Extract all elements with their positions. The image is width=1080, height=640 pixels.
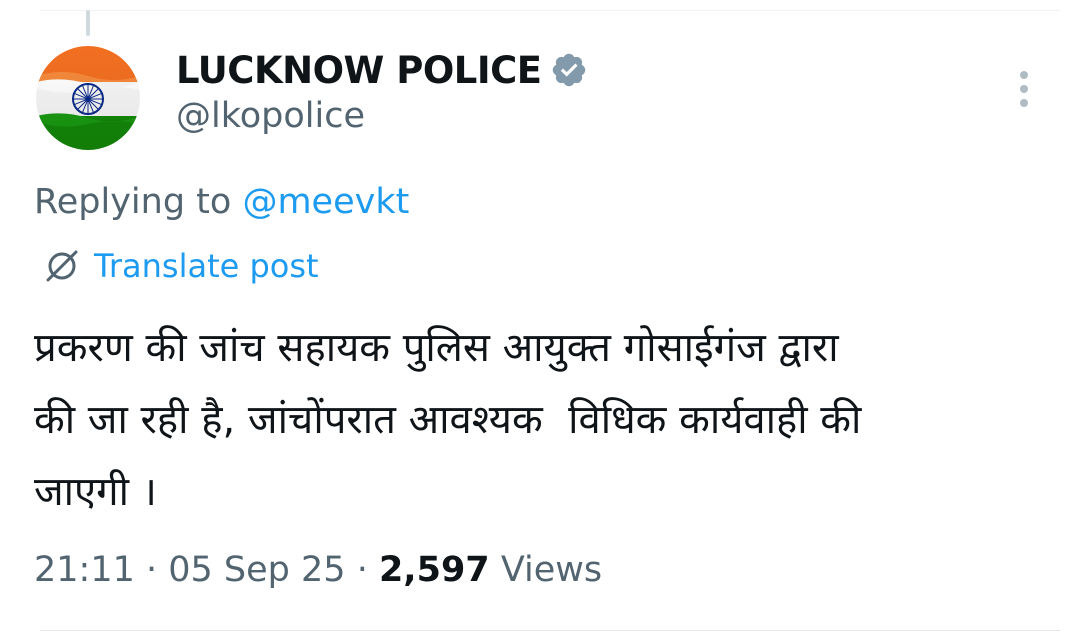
globe-slash-icon [42,246,82,286]
more-options-icon[interactable] [1010,68,1038,110]
post-time[interactable]: 21:11 [34,550,135,590]
post-date[interactable]: 05 Sep 25 [168,550,345,590]
author-handle[interactable]: @lkopolice [176,96,365,136]
replying-to: Replying to @meevkt [34,182,409,222]
meta-separator: · [134,550,169,590]
views-count: 2,597 [378,550,490,590]
translate-post-button[interactable]: Translate post [42,246,319,286]
top-divider [40,10,1060,11]
views-label: Views [500,550,603,590]
author-name-row: LUCKNOW POLICE [176,46,588,94]
replying-prefix: Replying to [34,182,243,222]
meta-separator: · [345,550,379,590]
bottom-divider [40,630,1060,631]
thread-connector-line [86,10,90,36]
post-text: प्रकरण की जांच सहायक पुलिस आयुक्त गोसाईग… [34,325,862,515]
reply-mention-link[interactable]: @meevkt [242,182,409,222]
display-name[interactable]: LUCKNOW POLICE [176,49,542,92]
verified-badge-icon[interactable] [550,51,588,89]
post-meta: 21:11 · 05 Sep 25 · 2,597 Views [34,550,602,590]
tweet-detail: LUCKNOW POLICE @lkopolice Replying to @m… [0,0,1080,640]
avatar[interactable] [36,46,140,150]
translate-post-label: Translate post [94,247,319,285]
